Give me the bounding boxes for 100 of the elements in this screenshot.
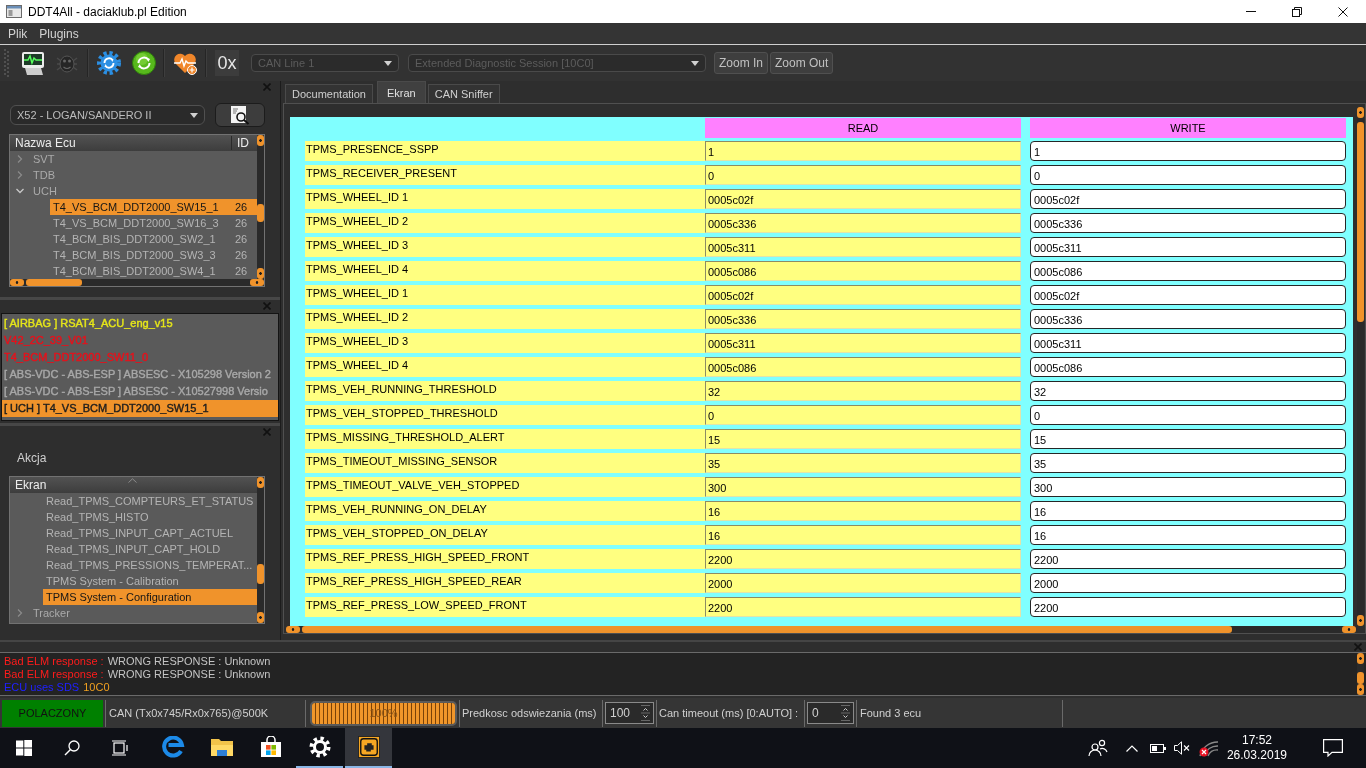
timeout-label: Can timeout (ms) [0:AUTO] : [659, 707, 800, 719]
write-value-input[interactable]: 0005c02f [1030, 189, 1346, 209]
column-header[interactable]: ID [232, 136, 257, 150]
ecu-name-text: T4_BCM_BIS_DDT2000_SW3_3 [53, 249, 217, 261]
chevron-up-icon[interactable] [1125, 744, 1138, 752]
ecu-name-text: T4_BCM_BIS_DDT2000_SW4_1 [53, 265, 217, 277]
write-value-input[interactable]: 2200 [1030, 597, 1346, 617]
close-icon[interactable] [1338, 6, 1348, 17]
write-value-input[interactable]: 32 [1030, 381, 1346, 401]
app-logo-icon [356, 736, 381, 758]
column-header[interactable]: Nazwa Ecu [10, 136, 232, 150]
vehicle-dropdown[interactable]: X52 - LOGAN/SANDERO II [10, 105, 205, 125]
spin-arrows-icon[interactable] [841, 705, 850, 721]
parameter-name: TPMS_MISSING_THRESHOLD_ALERT [305, 429, 705, 449]
write-value-input[interactable]: 0 [1030, 165, 1346, 185]
notification-icon[interactable] [1323, 739, 1343, 757]
parameter-name: TPMS_VEH_STOPPED_ON_DELAY [305, 525, 705, 545]
gear-refresh-icon[interactable] [96, 50, 122, 76]
column-header: READ [705, 118, 1021, 138]
monitor-pulse-icon[interactable] [20, 50, 46, 76]
chevron-down-icon[interactable] [16, 187, 24, 195]
write-value-input[interactable]: 15 [1030, 429, 1346, 449]
tree-row[interactable]: T4_VS_BCM_DDT2000_SW15_1 26 [50, 199, 257, 215]
menu-item[interactable]: Plik [2, 25, 34, 42]
hex-toggle-button[interactable]: 0x [215, 50, 239, 76]
clock-time[interactable]: 17:52 [1241, 733, 1272, 748]
parameter-name: TPMS_VEH_RUNNING_ON_DELAY [305, 501, 705, 521]
folder-icon [209, 736, 234, 758]
write-value-input[interactable]: 16 [1030, 525, 1346, 545]
write-value-input[interactable]: 0005c311 [1030, 237, 1346, 257]
horizontal-scrollbar[interactable] [286, 626, 1356, 633]
spin-arrows-icon[interactable] [641, 705, 650, 721]
horizontal-scrollbar[interactable] [10, 279, 264, 286]
people-icon[interactable] [1087, 739, 1108, 757]
tab[interactable]: CAN Sniffer [427, 84, 500, 103]
search-icon[interactable] [64, 740, 80, 756]
restore-icon[interactable] [1292, 6, 1302, 17]
shopping-bag-icon [258, 736, 283, 758]
menu-item[interactable]: Plugins [33, 25, 85, 42]
task-view-icon[interactable] [111, 740, 129, 756]
write-value-input[interactable]: 0005c086 [1030, 261, 1346, 281]
clock-date[interactable]: 26.03.2019 [1226, 748, 1287, 763]
window-title: DDT4All - daciaklub.pl Edition [28, 4, 188, 19]
read-value-field: 0 [705, 165, 1021, 185]
write-value-input[interactable]: 0005c336 [1030, 213, 1346, 233]
write-value-input[interactable]: 0005c086 [1030, 357, 1346, 377]
read-value-field: 15 [705, 429, 1021, 449]
parameter-name: TPMS_WHEEL_ID 4 [305, 357, 705, 377]
windows-start-icon[interactable] [16, 740, 32, 756]
app-window-icon [6, 5, 22, 18]
read-value-field: 0005c336 [705, 213, 1021, 233]
parameter-name: TPMS_WHEEL_ID 1 [305, 189, 705, 209]
log-line: Bad ELM response : WRONG RESPONSE : Unknown [4, 655, 272, 668]
read-value-field: 35 [705, 453, 1021, 473]
read-value-field: 0005c02f [705, 189, 1021, 209]
browser-icon [160, 736, 185, 758]
write-value-input[interactable]: 0005c02f [1030, 285, 1346, 305]
battery-icon[interactable] [1149, 743, 1166, 753]
tab[interactable]: Documentation [285, 84, 373, 103]
ecu-name-text: T4_VS_BCM_DDT2000_SW16_3 [53, 217, 220, 229]
write-value-input[interactable]: 0005c311 [1030, 333, 1346, 353]
ecu-list-item[interactable]: [ AIRBAG ] RSAT4_ACU_eng_v15 [2, 315, 278, 332]
parameter-name: TPMS_TIMEOUT_VALVE_VEH_STOPPED [305, 477, 705, 497]
write-value-input[interactable]: 2200 [1030, 549, 1346, 569]
vertical-scrollbar[interactable] [257, 135, 264, 279]
read-value-field: 0 [705, 405, 1021, 425]
ecu-list-item[interactable]: [ UCH ] T4_VS_BCM_DDT2000_SW15_1 [2, 400, 278, 417]
ecu-id-text: 26 [235, 265, 249, 277]
write-value-input[interactable]: 1 [1030, 141, 1346, 161]
tab[interactable]: Ekran [377, 81, 426, 103]
toolbar-grip[interactable] [3, 48, 10, 78]
timeout-spinbox[interactable]: 0 [807, 702, 854, 724]
parameter-name: TPMS_REF_PRESS_HIGH_SPEED_REAR [305, 573, 705, 593]
read-value-field: 2000 [705, 573, 1021, 593]
ecu-id-text: 26 [235, 217, 249, 229]
ecu-id-text: 26 [235, 201, 249, 213]
search-button[interactable] [215, 103, 265, 127]
can-info-text: CAN (Tx0x745/Rx0x765)@500K [108, 707, 270, 719]
column-header[interactable]: Ekran [10, 477, 257, 493]
parameter-name: TPMS_VEH_RUNNING_THRESHOLD [305, 381, 705, 401]
parameter-name: TPMS_PRESENCE_SSPP [305, 141, 705, 161]
refresh-spinbox[interactable]: 100 [605, 702, 654, 724]
wifi-disconnected-icon[interactable] [1198, 739, 1219, 757]
write-value-input[interactable]: 35 [1030, 453, 1346, 473]
refresh-icon[interactable] [131, 50, 157, 76]
write-value-input[interactable]: 0005c336 [1030, 309, 1346, 329]
vertical-scrollbar[interactable] [257, 477, 264, 623]
vertical-scrollbar[interactable] [1357, 653, 1364, 695]
zoom-button[interactable]: Zoom In [714, 52, 768, 74]
action-item[interactable]: TPMS System - Configuration [43, 589, 257, 605]
write-value-input[interactable]: 300 [1030, 477, 1346, 497]
vertical-scrollbar[interactable] [1357, 107, 1364, 626]
mute-speaker-icon[interactable] [1173, 741, 1191, 755]
taskbar-app-button[interactable] [345, 728, 392, 768]
write-value-input[interactable]: 16 [1030, 501, 1346, 521]
parameter-name: TPMS_WHEEL_ID 4 [305, 261, 705, 281]
zoom-button[interactable]: Zoom Out [770, 52, 834, 74]
write-value-input[interactable]: 0 [1030, 405, 1346, 425]
dropdown-caret-icon [190, 112, 198, 118]
write-value-input[interactable]: 2000 [1030, 573, 1346, 593]
